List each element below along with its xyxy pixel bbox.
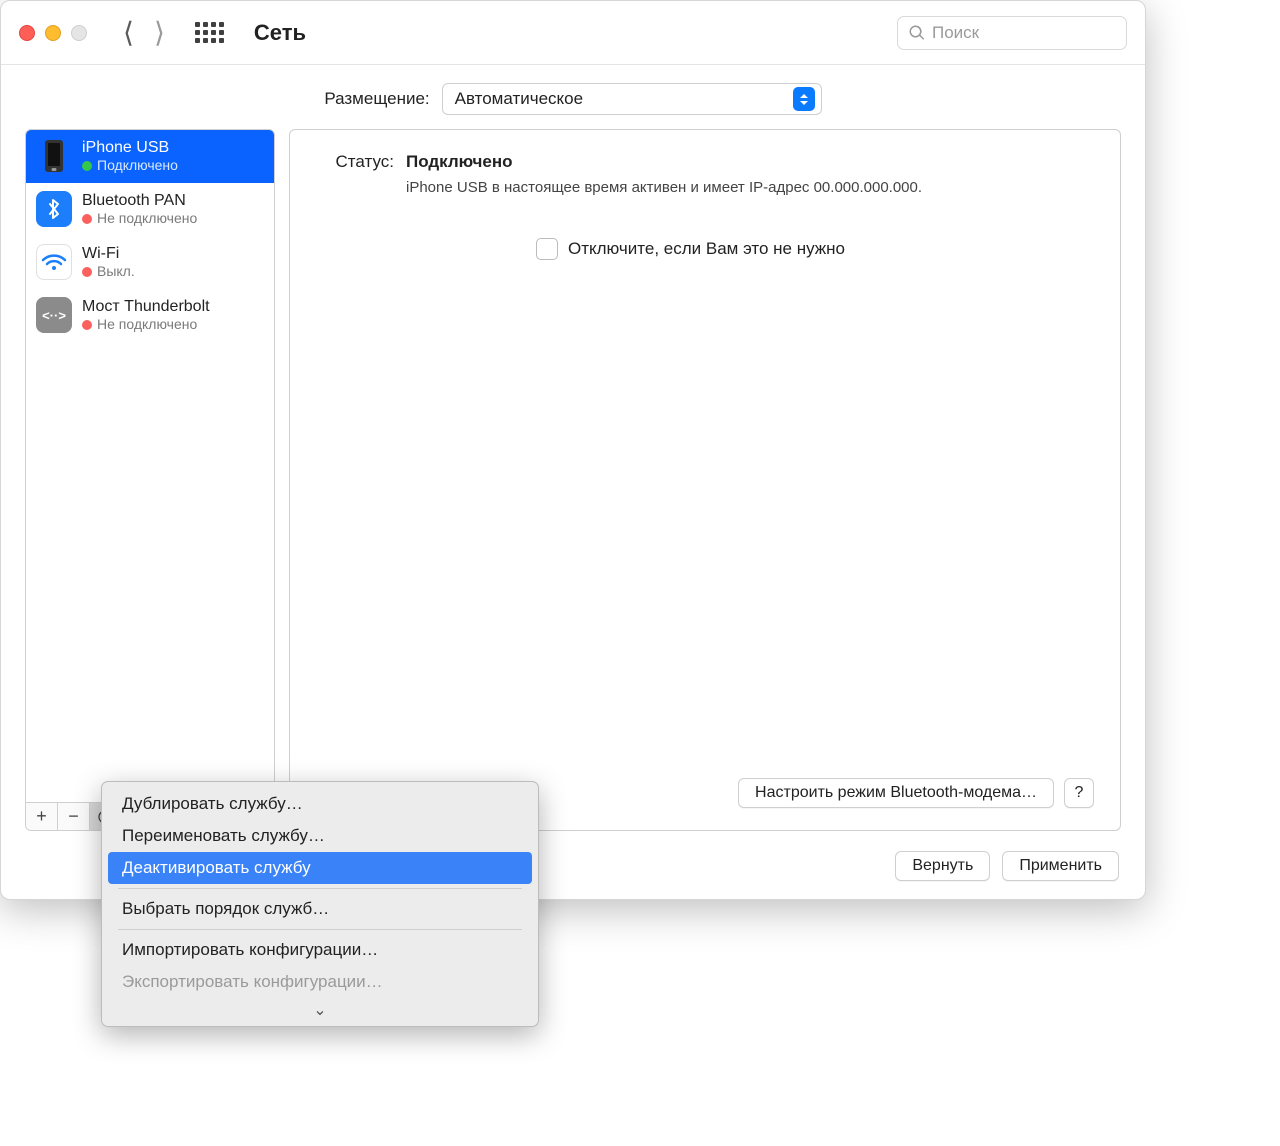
zoom-icon — [71, 25, 87, 41]
search-placeholder: Поиск — [932, 23, 979, 43]
service-list: iPhone USB Подключено Bluetooth PAN Не п… — [26, 130, 274, 802]
status-dot-icon — [82, 161, 92, 171]
network-prefs-window: ⟨ ⟩ Сеть Поиск Размещение: Автоматическо… — [0, 0, 1146, 900]
forward-button: ⟩ — [154, 16, 165, 49]
sidebar-item-bluetooth-pan[interactable]: Bluetooth PAN Не подключено — [26, 183, 274, 236]
add-service-button[interactable]: + — [26, 803, 58, 830]
menu-export-configurations: Экспортировать конфигурации… — [108, 966, 532, 998]
minimize-icon[interactable] — [45, 25, 61, 41]
apply-button[interactable]: Применить — [1002, 851, 1119, 881]
configure-bluetooth-button[interactable]: Настроить режим Bluetooth-модема… — [738, 778, 1054, 808]
close-icon[interactable] — [19, 25, 35, 41]
service-status: Выкл. — [97, 263, 135, 280]
help-button[interactable]: ? — [1064, 778, 1094, 808]
wifi-icon — [36, 244, 72, 280]
select-arrows-icon — [793, 87, 815, 111]
sidebar-item-wifi[interactable]: Wi-Fi Выкл. — [26, 236, 274, 289]
main-row: iPhone USB Подключено Bluetooth PAN Не п… — [25, 129, 1121, 831]
back-button[interactable]: ⟨ — [123, 16, 134, 49]
service-status: Подключено — [97, 157, 178, 174]
menu-rename-service[interactable]: Переименовать службу… — [108, 820, 532, 852]
service-name: Wi-Fi — [82, 244, 135, 263]
menu-import-configurations[interactable]: Импортировать конфигурации… — [108, 934, 532, 966]
service-status: Не подключено — [97, 316, 197, 333]
location-select[interactable]: Автоматическое — [442, 83, 822, 115]
menu-duplicate-service[interactable]: Дублировать службу… — [108, 788, 532, 820]
all-prefs-icon[interactable] — [195, 22, 224, 43]
status-dot-icon — [82, 267, 92, 277]
toolbar: ⟨ ⟩ Сеть Поиск — [1, 1, 1145, 65]
disable-when-unneeded-row: Отключите, если Вам это не нужно — [536, 238, 1094, 260]
traffic-lights — [19, 25, 87, 41]
search-icon — [908, 24, 926, 42]
remove-service-button[interactable]: − — [58, 803, 90, 830]
location-label: Размещение: — [324, 89, 429, 109]
disable-when-unneeded-checkbox[interactable] — [536, 238, 558, 260]
status-dot-icon — [82, 320, 92, 330]
location-value: Автоматическое — [455, 89, 583, 109]
service-actions-menu: Дублировать службу… Переименовать службу… — [101, 781, 539, 1027]
status-dot-icon — [82, 214, 92, 224]
bluetooth-icon — [36, 191, 72, 227]
sidebar-item-iphone-usb[interactable]: iPhone USB Подключено — [26, 130, 274, 183]
search-input[interactable]: Поиск — [897, 16, 1127, 50]
service-name: Мост Thunderbolt — [82, 297, 210, 316]
checkbox-label: Отключите, если Вам это не нужно — [568, 239, 845, 259]
service-status: Не подключено — [97, 210, 197, 227]
menu-separator — [118, 888, 522, 889]
service-sidebar: iPhone USB Подключено Bluetooth PAN Не п… — [25, 129, 275, 831]
status-label: Статус: — [316, 152, 394, 172]
service-name: iPhone USB — [82, 138, 178, 157]
page-title: Сеть — [254, 20, 306, 46]
menu-separator — [118, 929, 522, 930]
revert-button[interactable]: Вернуть — [895, 851, 990, 881]
menu-scroll-down-icon[interactable]: ⌄ — [108, 998, 532, 1020]
menu-set-service-order[interactable]: Выбрать порядок служб… — [108, 893, 532, 925]
location-row: Размещение: Автоматическое — [25, 83, 1121, 115]
service-detail: Статус: Подключено iPhone USB в настояще… — [289, 129, 1121, 831]
content-area: Размещение: Автоматическое iPhone USB По… — [1, 65, 1145, 899]
service-name: Bluetooth PAN — [82, 191, 197, 210]
menu-deactivate-service[interactable]: Деактивировать службу — [108, 852, 532, 884]
nav-arrows: ⟨ ⟩ — [123, 16, 165, 49]
sidebar-item-thunderbolt-bridge[interactable]: <··> Мост Thunderbolt Не подключено — [26, 289, 274, 342]
phone-icon — [36, 138, 72, 174]
status-desc: iPhone USB в настоящее время активен и и… — [406, 178, 1094, 198]
status-value: Подключено — [406, 152, 1094, 172]
thunderbolt-bridge-icon: <··> — [36, 297, 72, 333]
